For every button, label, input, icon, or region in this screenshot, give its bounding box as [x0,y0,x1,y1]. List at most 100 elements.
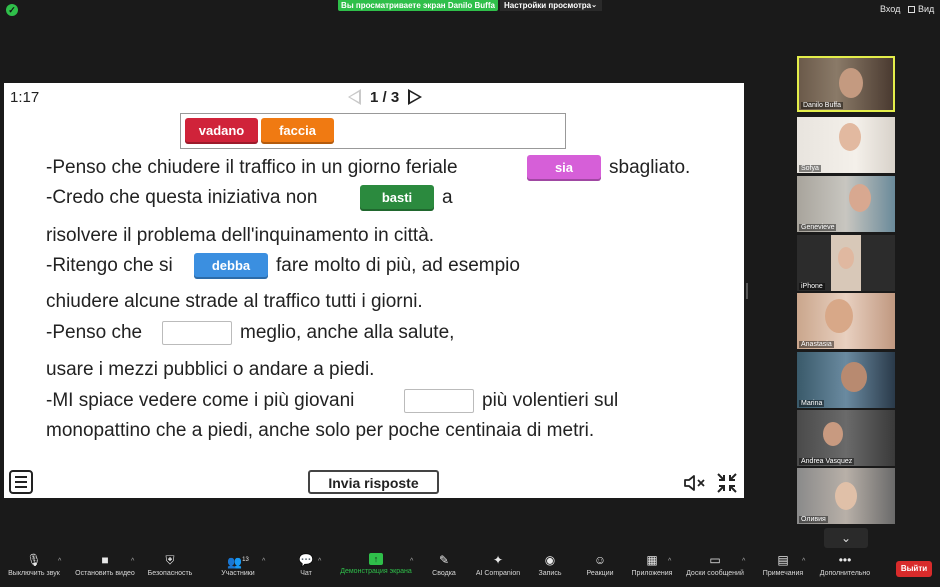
chevron-down-icon: ⌄ [840,531,852,545]
sentence-text: -MI spiace vedere come i più giovani [46,390,355,411]
participant-tile[interactable]: Оливия [797,468,895,524]
participant-name: Genevieve [799,224,837,231]
sentence-text: fare molto di più, ad esempio [276,255,520,276]
record-icon: ◉ [544,553,556,567]
chevron-up-icon[interactable]: ^ [742,558,745,565]
sound-muted-icon[interactable] [683,474,707,492]
share-screen-button[interactable]: ↑ Демонстрация экрана [336,553,416,575]
whiteboards-button[interactable]: ▭ Доски сообщений [682,553,748,577]
participant-name: Andrea Vasquez [799,458,855,465]
sentence-text: sbagliato. [609,157,691,178]
answer-blank[interactable] [162,321,232,345]
record-button[interactable]: ◉ Запись [536,553,564,577]
sentence-text: più volentieri sul [482,390,619,411]
sentence-text: chiudere alcune strade al traffico tutti… [46,291,423,312]
answer-chip-basti[interactable]: basti [360,185,434,211]
smiley-icon: ☺ [593,553,607,567]
panel-resize-handle[interactable] [746,283,748,299]
view-button[interactable]: Вид [908,4,934,14]
chevron-up-icon[interactable]: ^ [410,558,413,565]
submit-answers-button[interactable]: Invia risposte [308,470,439,494]
sparkle-icon: ✦ [492,553,504,567]
participant-tile[interactable]: iPhone [797,235,895,291]
participant-tile[interactable]: Marina [797,352,895,408]
participant-face [838,247,854,269]
participant-face [825,299,853,333]
scroll-participants-down-button[interactable]: ⌄ [824,528,868,548]
page-indicator: 1 / 3 [370,88,400,106]
sentence-text: usare i mezzi pubblici o andare a piedi. [46,359,375,380]
summary-button[interactable]: ✎ Сводка [428,553,460,577]
sentence-text: -Credo che questa iniziativa non [46,187,318,208]
stop-video-button[interactable]: ■ Остановить видео [70,553,140,577]
chevron-up-icon[interactable]: ^ [668,558,671,565]
sentence-text: a [442,187,453,208]
reactions-button[interactable]: ☺ Реакции [583,553,617,577]
sentence-text: monopattino che a piedi, anche solo per … [46,420,595,441]
menu-icon[interactable] [9,470,33,494]
word-chip-faccia[interactable]: faccia [261,118,334,144]
participant-face [849,184,871,212]
view-options-button[interactable]: Настройки просмотра ⌄ [500,0,602,11]
chevron-up-icon[interactable]: ^ [802,558,805,565]
document-sparkle-icon: ✎ [438,553,450,567]
share-screen-icon: ↑ [369,553,383,565]
login-button[interactable]: Вход [880,4,900,14]
participant-name: Marina [799,400,825,407]
view-label: Вид [918,4,935,14]
participants-button[interactable]: 👥13 Участники [214,553,262,577]
video-camera-icon: ■ [101,553,109,567]
participant-tile[interactable]: Andrea Vasquez [797,410,895,466]
more-button[interactable]: ••• Дополнительно [814,553,876,577]
participant-name: iPhone [799,283,825,290]
answer-chip-sia[interactable]: sia [527,155,601,181]
pager: 1 / 3 [348,87,423,107]
shared-screen-exercise: 1:17 1 / 3 vadano faccia -Penso che chiu… [4,83,744,498]
prev-page-icon[interactable] [348,89,361,105]
ai-companion-button[interactable]: ✦ AI Companion [472,553,524,577]
participant-name: Danilo Buffa [801,102,844,109]
participant-name: Anastasia [799,341,834,348]
participants-count: 13 [242,557,249,563]
word-chip-vadano[interactable]: vadano [185,118,258,144]
whiteboard-icon: ▭ [709,553,721,567]
chevron-up-icon[interactable]: ^ [58,558,61,565]
answer-blank[interactable] [404,389,474,413]
viewing-screen-banner: Вы просматриваете экран Danilo Buffa [338,0,498,11]
mute-button[interactable]: 🎙 Выключить звук [2,553,66,577]
security-button[interactable]: ⛨ Безопасность [144,553,196,577]
microphone-icon: 🎙 [26,553,42,567]
encryption-shield-icon[interactable]: ✓ [6,4,18,16]
sentence-text: -Penso che chiudere il traffico in un gi… [46,157,458,178]
sentence-text: -Ritengo che si [46,255,173,276]
sentence-text: -Penso che [46,322,143,343]
participant-name: Оливия [799,516,828,523]
participant-face [823,422,843,446]
participant-name: Sofya [799,165,821,172]
chat-button[interactable]: 💬 Чат [288,553,324,577]
answer-chip-debba[interactable]: debba [194,253,268,279]
participant-tile[interactable]: Genevieve [797,176,895,232]
participant-face [839,123,861,151]
participant-face [835,482,857,510]
chevron-up-icon[interactable]: ^ [131,558,134,565]
chevron-up-icon[interactable]: ^ [318,558,321,565]
sentence-text: risolvere il problema dell'inquinamento … [46,225,435,246]
more-dots-icon: ••• [838,553,852,567]
people-icon: 👥13 [227,555,249,569]
leave-meeting-button[interactable]: Выйти [896,561,932,577]
apps-button[interactable]: ▦ Приложения [628,553,676,577]
sentence-text: meglio, anche alla salute, [240,322,455,343]
notes-button[interactable]: ▤ Примечания [758,553,808,577]
participant-tile[interactable]: Anastasia [797,293,895,349]
chevron-up-icon[interactable]: ^ [262,558,265,565]
participant-tile[interactable]: Danilo Buffa [797,56,895,112]
notes-icon: ▤ [777,553,789,567]
timer: 1:17 [10,89,40,106]
participant-face [841,362,867,392]
next-page-icon[interactable] [408,89,423,105]
participant-tile[interactable]: Sofya [797,117,895,173]
chevron-down-icon: ⌄ [591,2,597,9]
word-bank: vadano faccia [180,113,566,149]
exit-fullscreen-icon[interactable] [716,472,738,494]
